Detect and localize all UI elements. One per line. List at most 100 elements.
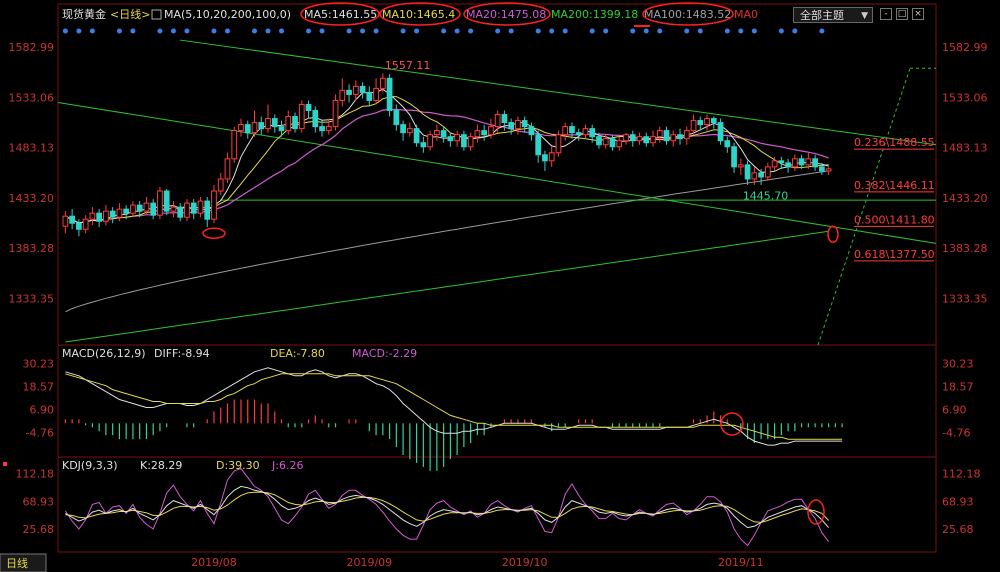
fib-level-label: 0.382\1446.11 — [854, 179, 935, 192]
kdj-y-tick-left: 68.93 — [23, 495, 55, 508]
candle-body — [184, 202, 190, 218]
candle-body — [143, 202, 150, 212]
candle-body — [535, 134, 542, 156]
signal-dot — [778, 28, 784, 34]
candle-body — [562, 126, 569, 136]
candle-body — [670, 134, 677, 142]
candle-body — [177, 206, 184, 218]
candle-body — [231, 130, 238, 160]
candle-body — [319, 126, 325, 132]
candle-body — [413, 128, 420, 144]
candle-body — [589, 128, 596, 138]
candle-body — [366, 91, 373, 101]
signal-dot — [224, 28, 230, 34]
candle-body — [420, 142, 427, 148]
signal-dot — [130, 28, 136, 34]
kdj-y-tick-right: 25.68 — [942, 523, 974, 536]
candle-body — [116, 208, 123, 218]
signal-dot — [346, 28, 352, 34]
ma-value-label: MA0 — [734, 8, 758, 21]
signal-dot — [630, 28, 636, 34]
candle-body — [406, 128, 413, 134]
annotation-ellipse — [827, 225, 839, 244]
signal-dot — [400, 28, 406, 34]
candle-body — [596, 136, 602, 146]
minimize-icon[interactable]: - — [880, 8, 892, 20]
period-label: <日线> — [110, 7, 150, 21]
y-tick-label-right: 1383.28 — [942, 242, 988, 255]
candle-body — [690, 120, 697, 132]
candle-body — [616, 140, 623, 148]
y-tick-label-left: 1433.20 — [9, 192, 55, 205]
candle-body — [677, 134, 683, 140]
candle-body — [190, 202, 197, 214]
y-tick-label-left: 1483.13 — [9, 142, 55, 155]
candle-body — [170, 206, 177, 212]
indicator-icon — [151, 9, 162, 20]
candle-body — [197, 200, 204, 214]
ma5-line — [65, 88, 829, 224]
signal-dot — [279, 28, 285, 34]
close-icon[interactable]: × — [912, 8, 924, 20]
instrument-name: 现货黄金 — [62, 7, 106, 21]
candle-body — [764, 166, 771, 178]
candle-body — [386, 77, 393, 112]
candle-body — [508, 122, 515, 130]
x-tick-label: 2019/09 — [346, 556, 392, 569]
theme-selector[interactable]: 全部主题 ▼ — [793, 7, 873, 23]
y-tick-label-right: 1582.99 — [942, 41, 988, 54]
candle-body — [521, 120, 528, 128]
restore-icon[interactable]: □ — [896, 8, 908, 20]
signal-dot — [211, 28, 217, 34]
candle-body — [704, 118, 710, 126]
signal-dot — [89, 28, 95, 34]
candle-body — [461, 134, 467, 148]
candle-body — [656, 130, 663, 138]
macd-y-tick-left: 30.23 — [23, 357, 55, 370]
candle-body — [602, 138, 609, 146]
y-tick-label-left: 1582.99 — [9, 41, 55, 54]
y-tick-label-right: 1483.13 — [942, 142, 988, 155]
candle-body — [555, 134, 562, 154]
candle-body — [352, 85, 359, 95]
candle-body — [258, 122, 265, 130]
candle-body — [683, 130, 690, 140]
signal-dot — [549, 28, 555, 34]
candle-body — [609, 138, 616, 148]
candle-body — [454, 134, 460, 142]
candle-body — [636, 136, 643, 142]
candle-body — [575, 132, 582, 136]
period-tab-label: 日线 — [6, 556, 28, 570]
macd-y-tick-left: 18.57 — [23, 381, 55, 394]
annotation-ellipse — [720, 412, 744, 436]
signal-dot — [62, 28, 68, 34]
candle-body — [494, 114, 501, 128]
candle-body — [238, 124, 244, 132]
signal-dot — [414, 28, 420, 34]
annotation-ellipse — [202, 227, 226, 240]
candle-body — [548, 152, 555, 162]
kdj-y-tick-left: 112.18 — [16, 467, 55, 480]
candle-body — [89, 212, 96, 220]
candle-body — [447, 136, 454, 142]
fib-level-label: 0.236\1488.55 — [854, 136, 935, 149]
theme-selector-label: 全部主题 — [800, 9, 844, 22]
candle-body — [96, 212, 103, 222]
signal-dot — [535, 28, 541, 34]
candle-body — [731, 146, 737, 168]
signal-dot — [819, 28, 825, 34]
ma-value-label: MA5:1461.55 — [304, 8, 377, 21]
ma-params: MA(5,10,20,200,100,0) — [164, 8, 291, 21]
macd-y-tick-right: 30.23 — [942, 357, 974, 370]
macd-y-tick-right: -4.76 — [942, 427, 970, 440]
candle-body — [136, 204, 143, 212]
candle-body — [778, 160, 785, 164]
candle-body — [724, 140, 731, 148]
candle-body — [737, 164, 744, 168]
candle-body — [123, 208, 130, 214]
x-tick-label: 2019/11 — [718, 556, 764, 569]
signal-dot — [643, 28, 649, 34]
candle-body — [744, 164, 751, 180]
kdj-legend-label: K:28.29 — [140, 459, 182, 472]
candle-body — [515, 120, 521, 130]
